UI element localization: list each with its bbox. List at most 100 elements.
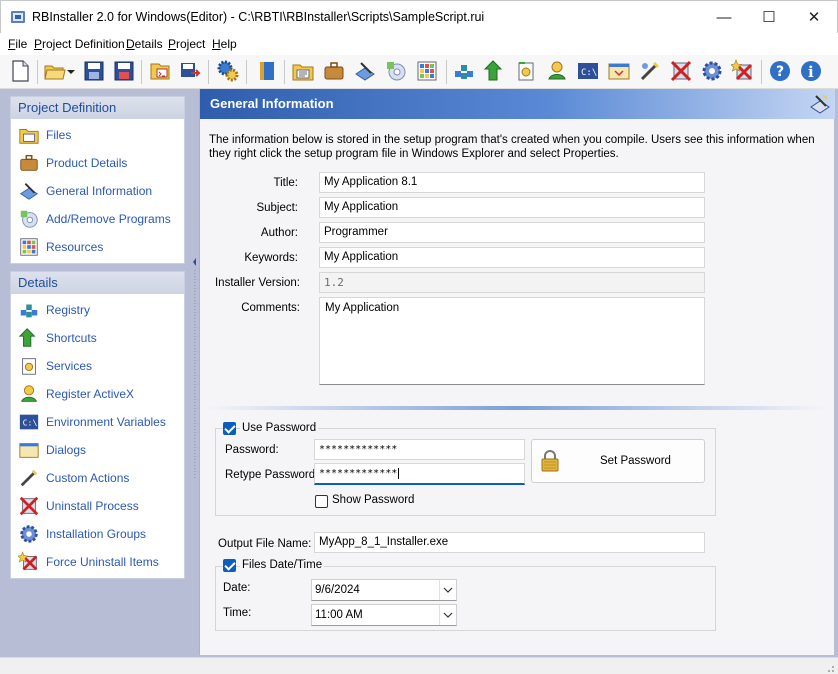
padlock-icon	[541, 450, 559, 472]
sidebar-item-label: Force Uninstall Items	[46, 555, 159, 569]
retype-password-field[interactable]: *************	[314, 463, 525, 485]
info-icon[interactable]: i	[799, 59, 823, 83]
script-icon[interactable]	[148, 59, 172, 83]
book-icon[interactable]	[255, 59, 279, 83]
sidebar-item-label: Custom Actions	[46, 471, 130, 485]
output-file-field[interactable]: MyApp_8_1_Installer.exe	[314, 532, 705, 553]
sidebar-item-label: Environment Variables	[46, 415, 166, 429]
add-remove-icon	[20, 210, 38, 228]
title-bar[interactable]: RBInstaller 2.0 for Windows(Editor) - C:…	[0, 0, 838, 33]
retype-password-value: *************	[319, 468, 398, 479]
set-password-label: Set Password	[600, 455, 671, 467]
help-icon[interactable]: ?	[768, 59, 792, 83]
menu-file[interactable]: File	[8, 37, 27, 51]
sidebar-item-custom-actions[interactable]: Custom Actions	[11, 464, 184, 492]
minimize-button[interactable]: —	[701, 1, 747, 33]
build-gears-icon[interactable]	[216, 59, 240, 83]
sidebar-item-files[interactable]: Files	[11, 121, 184, 149]
maximize-button[interactable]: ☐	[746, 1, 792, 33]
shortcut-arrow-icon	[18, 328, 36, 347]
author-field[interactable]: Programmer	[319, 222, 705, 243]
files-datetime-label[interactable]: Files Date/Time	[240, 559, 325, 571]
show-password-checkbox[interactable]	[315, 495, 328, 508]
details-panel: Details Registry Shortcuts Services Regi…	[10, 271, 185, 579]
export-icon[interactable]	[178, 59, 202, 83]
briefcase-icon[interactable]	[322, 59, 346, 83]
save-icon[interactable]	[82, 59, 106, 83]
sidebar-item-add-remove-programs[interactable]: Add/Remove Programs	[11, 205, 184, 233]
menu-details[interactable]: Details	[126, 37, 163, 51]
window-title: RBInstaller 2.0 for Windows(Editor) - C:…	[32, 10, 485, 24]
sidebar-item-label: General Information	[46, 184, 153, 198]
sidebar-item-uninstall-process[interactable]: Uninstall Process	[11, 492, 184, 520]
sidebar-item-environment-variables[interactable]: C:\ Environment Variables	[11, 408, 184, 436]
time-label: Time:	[223, 607, 252, 619]
open-folder-icon[interactable]	[43, 59, 67, 83]
files-icon[interactable]	[291, 59, 315, 83]
sidebar-item-label: Shortcuts	[46, 331, 97, 345]
status-bar	[0, 657, 838, 674]
open-dropdown-chevron-icon[interactable]	[66, 59, 76, 83]
chevron-down-icon	[443, 587, 453, 593]
general-info-icon[interactable]	[353, 59, 377, 83]
title-field[interactable]: My Application 8.1	[319, 172, 705, 193]
uninstall-icon[interactable]	[669, 59, 693, 83]
sidebar-item-force-uninstall-items[interactable]: Force Uninstall Items	[11, 548, 184, 576]
services-icon[interactable]	[514, 59, 538, 83]
resources-icon[interactable]	[415, 59, 439, 83]
sidebar-item-installation-groups[interactable]: Installation Groups	[11, 520, 184, 548]
menu-project[interactable]: Project	[168, 37, 205, 51]
keywords-field[interactable]: My Application	[319, 247, 705, 268]
menu-project-definition[interactable]: Project Definition	[34, 37, 125, 51]
sidebar-item-dialogs[interactable]: Dialogs	[11, 436, 184, 464]
sidebar-item-registry[interactable]: Registry	[11, 296, 184, 324]
sidebar-item-services[interactable]: Services	[11, 352, 184, 380]
register-activex-icon	[21, 385, 37, 402]
sidebar-item-label: Product Details	[46, 156, 128, 170]
add-remove-icon[interactable]	[384, 59, 408, 83]
save-as-icon[interactable]	[112, 59, 136, 83]
details-header[interactable]: Details	[11, 272, 184, 294]
project-definition-header[interactable]: Project Definition	[11, 97, 184, 119]
close-button[interactable]: ✕	[791, 1, 837, 33]
retype-password-label: Retype Password:	[225, 469, 319, 481]
time-picker[interactable]: 11:00 AM	[311, 604, 457, 626]
sidebar-item-resources[interactable]: Resources	[11, 233, 184, 261]
sidebar-item-register-activex[interactable]: Register ActiveX	[11, 380, 184, 408]
menu-help[interactable]: Help	[212, 37, 237, 51]
set-password-button[interactable]: Set Password	[531, 439, 705, 483]
show-password-label[interactable]: Show Password	[332, 494, 414, 506]
sidebar-item-general-information[interactable]: General Information	[11, 177, 184, 205]
comments-textarea[interactable]: My Application	[319, 297, 705, 385]
sidebar-item-shortcuts[interactable]: Shortcuts	[11, 324, 184, 352]
date-picker[interactable]: 9/6/2024	[311, 579, 457, 601]
resize-grip-icon[interactable]	[823, 661, 835, 673]
new-document-icon[interactable]	[8, 59, 32, 83]
svg-text:C:\: C:\	[581, 68, 597, 78]
general-information-page: General Information The information belo…	[199, 89, 835, 655]
use-password-label[interactable]: Use Password	[240, 422, 319, 434]
subject-field[interactable]: My Application	[319, 197, 705, 218]
time-dropdown-button[interactable]	[439, 605, 456, 625]
shortcut-arrow-icon[interactable]	[483, 59, 507, 83]
register-activex-icon[interactable]	[545, 59, 569, 83]
section-divider	[206, 406, 826, 410]
use-password-checkbox[interactable]	[223, 422, 236, 435]
panel-splitter[interactable]	[192, 170, 198, 490]
registry-icon	[20, 304, 38, 318]
sidebar-item-label: Add/Remove Programs	[46, 212, 171, 226]
force-uninstall-icon[interactable]	[731, 59, 755, 83]
installer-version-label: Installer Version:	[214, 277, 300, 289]
registry-icon[interactable]	[452, 59, 476, 83]
sidebar-item-label: Uninstall Process	[46, 499, 139, 513]
env-variables-icon[interactable]: C:\	[576, 59, 600, 83]
custom-actions-icon[interactable]	[638, 59, 662, 83]
text-caret	[398, 468, 400, 479]
sidebar-item-product-details[interactable]: Product Details	[11, 149, 184, 177]
gear-icon[interactable]	[700, 59, 724, 83]
dialogs-icon[interactable]	[607, 59, 631, 83]
password-field[interactable]: *************	[314, 439, 525, 460]
files-datetime-checkbox[interactable]	[223, 559, 236, 572]
page-description: The information below is stored in the s…	[209, 134, 815, 160]
date-dropdown-button[interactable]	[439, 580, 456, 600]
